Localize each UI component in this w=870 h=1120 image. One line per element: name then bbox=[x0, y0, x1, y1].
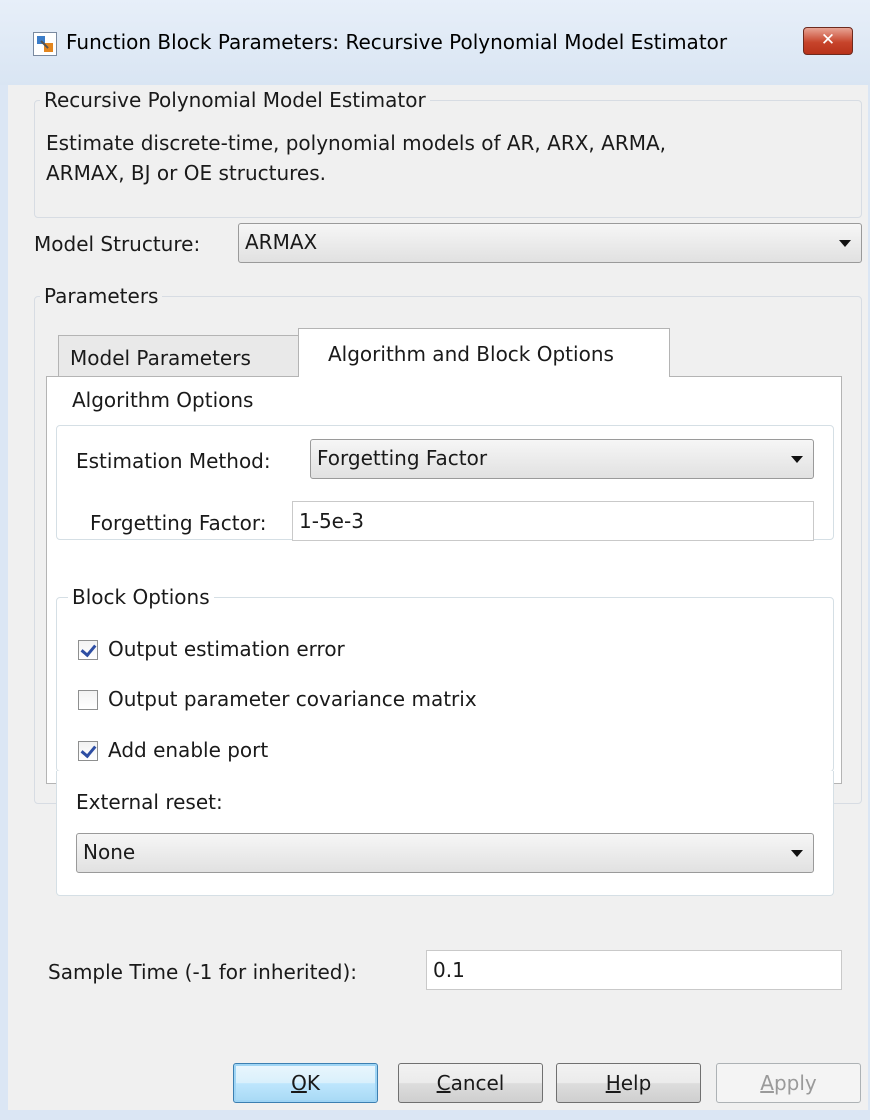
estimation-method-value: Forgetting Factor bbox=[317, 446, 488, 470]
description-text-line2: ARMAX, BJ or OE structures. bbox=[46, 161, 326, 185]
close-icon: ✕ bbox=[820, 30, 836, 50]
checkmark-icon bbox=[80, 640, 97, 658]
estimation-method-label: Estimation Method: bbox=[76, 449, 271, 473]
dialog-body: Recursive Polynomial Model Estimator Est… bbox=[8, 85, 868, 1110]
external-reset-label: External reset: bbox=[76, 790, 223, 814]
chevron-down-icon bbox=[791, 850, 803, 857]
add-enable-port-checkbox[interactable] bbox=[78, 741, 98, 761]
forgetting-factor-field[interactable]: 1-5e-3 bbox=[292, 501, 814, 541]
apply-button[interactable]: Apply bbox=[716, 1063, 861, 1103]
output-parameter-covariance-label[interactable]: Output parameter covariance matrix bbox=[108, 687, 477, 711]
close-button[interactable]: ✕ bbox=[803, 27, 853, 55]
output-estimation-error-label[interactable]: Output estimation error bbox=[108, 637, 345, 661]
forgetting-factor-label: Forgetting Factor: bbox=[90, 511, 267, 535]
active-tab-seam bbox=[299, 375, 669, 378]
block-options-title: Block Options bbox=[68, 585, 214, 609]
window-title: Function Block Parameters: Recursive Pol… bbox=[66, 30, 728, 54]
cancel-button-label: ancel bbox=[450, 1071, 505, 1095]
output-estimation-error-checkbox[interactable] bbox=[78, 640, 98, 660]
apply-button-mnemonic: A bbox=[760, 1071, 774, 1095]
parameters-group-title: Parameters bbox=[40, 284, 163, 308]
tab-model-parameters-label: Model Parameters bbox=[70, 346, 251, 370]
sample-time-value: 0.1 bbox=[433, 958, 465, 982]
forgetting-factor-value: 1-5e-3 bbox=[299, 509, 364, 533]
help-button-mnemonic: H bbox=[605, 1071, 621, 1095]
add-enable-port-label[interactable]: Add enable port bbox=[108, 738, 268, 762]
tab-algorithm-and-block-options[interactable]: Algorithm and Block Options bbox=[298, 328, 670, 379]
ok-button-mnemonic: O bbox=[291, 1071, 307, 1095]
external-reset-value: None bbox=[83, 840, 136, 864]
description-text-line1: Estimate discrete-time, polynomial model… bbox=[46, 131, 667, 155]
chevron-down-icon bbox=[791, 456, 803, 463]
algorithm-options-title: Algorithm Options bbox=[68, 388, 258, 412]
apply-button-label: pply bbox=[773, 1071, 817, 1095]
ok-button-label: K bbox=[306, 1071, 320, 1095]
help-button-label: elp bbox=[620, 1071, 652, 1095]
simulink-block-icon bbox=[33, 32, 57, 56]
ok-button[interactable]: OK bbox=[233, 1063, 378, 1103]
output-parameter-covariance-checkbox[interactable] bbox=[78, 690, 98, 710]
tab-model-parameters[interactable]: Model Parameters bbox=[58, 335, 300, 377]
external-reset-dropdown[interactable]: None bbox=[76, 833, 814, 873]
tab-algorithm-and-block-options-label: Algorithm and Block Options bbox=[328, 342, 614, 366]
dialog-window: Function Block Parameters: Recursive Pol… bbox=[0, 0, 870, 1120]
cancel-button-mnemonic: C bbox=[436, 1071, 451, 1095]
description-group-title: Recursive Polynomial Model Estimator bbox=[40, 88, 430, 112]
model-structure-value: ARMAX bbox=[245, 230, 318, 254]
sample-time-field[interactable]: 0.1 bbox=[426, 950, 842, 990]
title-bar[interactable]: Function Block Parameters: Recursive Pol… bbox=[0, 0, 870, 85]
model-structure-label: Model Structure: bbox=[34, 232, 201, 256]
help-button[interactable]: Help bbox=[556, 1063, 701, 1103]
cancel-button[interactable]: Cancel bbox=[398, 1063, 543, 1103]
sample-time-label: Sample Time (-1 for inherited): bbox=[48, 960, 357, 984]
chevron-down-icon bbox=[839, 240, 851, 247]
description-group bbox=[34, 100, 862, 218]
estimation-method-dropdown[interactable]: Forgetting Factor bbox=[310, 439, 814, 479]
model-structure-dropdown[interactable]: ARMAX bbox=[238, 223, 862, 263]
checkmark-icon bbox=[80, 741, 97, 759]
